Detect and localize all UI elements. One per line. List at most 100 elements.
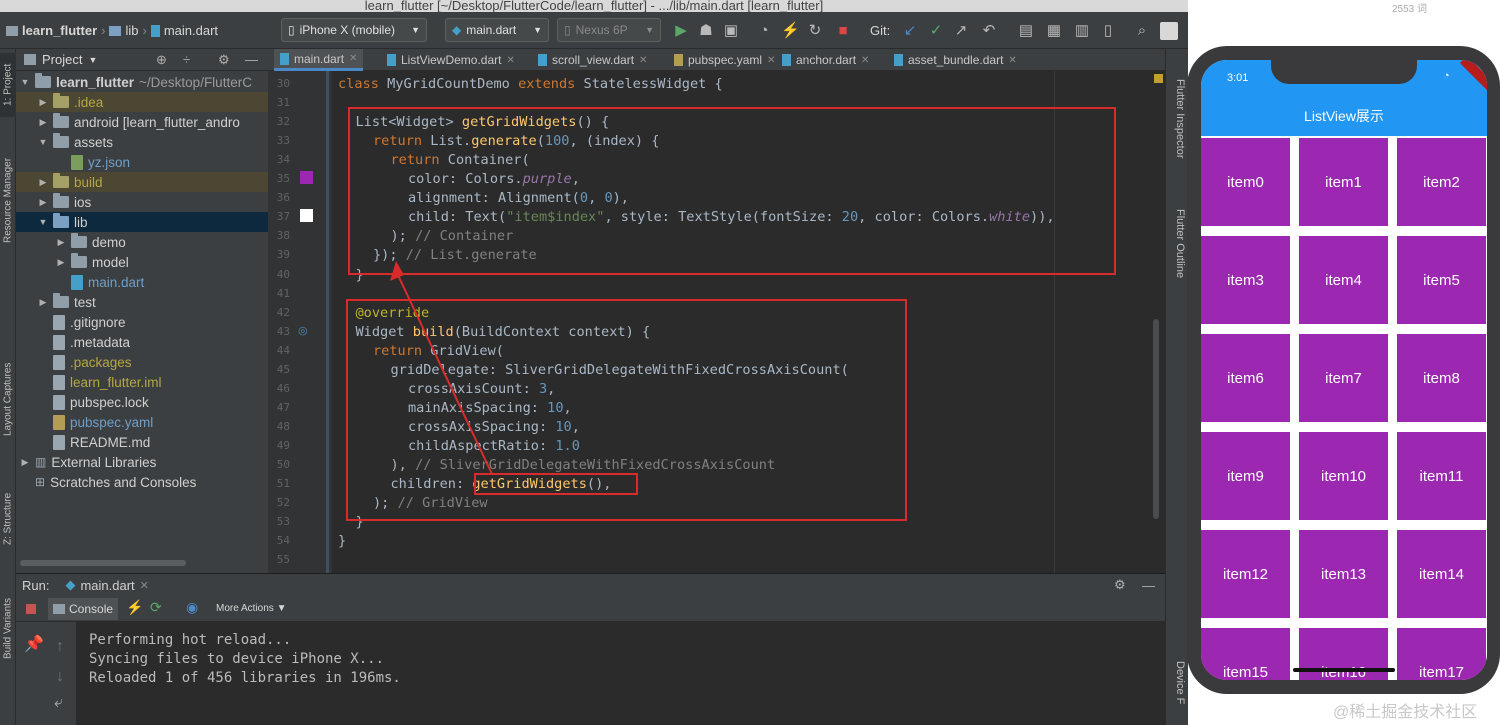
console-tab[interactable]: Console bbox=[48, 598, 119, 620]
breadcrumb-file[interactable]: main.dart bbox=[164, 23, 218, 38]
history-icon[interactable] bbox=[956, 22, 974, 40]
grid-item[interactable]: item6 bbox=[1201, 334, 1290, 422]
close-icon[interactable]: ✕ bbox=[140, 579, 149, 592]
tree-item[interactable]: yz.json bbox=[16, 152, 268, 172]
sdk-manager-icon[interactable]: ▥ bbox=[1073, 22, 1091, 40]
revert-icon[interactable]: ↶ bbox=[980, 22, 998, 40]
collapse-icon[interactable]: ÷ bbox=[183, 52, 190, 67]
hot-reload-icon[interactable]: ⚡ bbox=[126, 599, 143, 616]
tree-item[interactable]: .packages bbox=[16, 352, 268, 372]
hot-reload-icon[interactable]: ⚡ bbox=[781, 22, 800, 40]
grid-item[interactable]: item4 bbox=[1299, 236, 1388, 324]
collapse-right-icon[interactable]: ▶ bbox=[38, 117, 48, 128]
device-select[interactable]: ▯ iPhone X (mobile) ▼ bbox=[281, 18, 427, 42]
more-actions-button[interactable]: More Actions ▼ bbox=[216, 603, 287, 614]
editor-scrollbar[interactable] bbox=[1153, 319, 1159, 519]
breadcrumb-project[interactable]: learn_flutter bbox=[22, 23, 97, 38]
stop-icon[interactable]: ■ bbox=[834, 22, 852, 40]
grid-item[interactable]: item15 bbox=[1201, 628, 1290, 680]
minimize-icon[interactable]: — bbox=[245, 52, 258, 67]
tree-item[interactable]: ▼ lib bbox=[16, 212, 268, 232]
grid-item[interactable]: item0 bbox=[1201, 138, 1290, 226]
expand-down-icon[interactable]: ▼ bbox=[38, 137, 48, 147]
collapse-right-icon[interactable]: ▶ bbox=[38, 197, 48, 208]
chevron-down-icon[interactable]: ▼ bbox=[88, 55, 97, 65]
grid-item[interactable]: item2 bbox=[1397, 138, 1486, 226]
pin-icon[interactable]: 📌 bbox=[24, 634, 44, 654]
tree-item[interactable]: ▶ build bbox=[16, 172, 268, 192]
gear-icon[interactable]: ⚙ bbox=[1114, 577, 1126, 593]
avd-manager-icon[interactable]: ▯ bbox=[1099, 22, 1117, 40]
run-tab[interactable]: ◆ main.dart ✕ bbox=[65, 577, 148, 593]
hot-restart-icon[interactable]: ↻ bbox=[806, 22, 824, 40]
tree-item[interactable]: pubspec.yaml bbox=[16, 412, 268, 432]
git-update-icon[interactable]: ↙ bbox=[901, 22, 919, 40]
tree-item[interactable]: learn_flutter.iml bbox=[16, 372, 268, 392]
minimize-icon[interactable]: — bbox=[1142, 578, 1155, 593]
tree-item[interactable]: ▶ ▥ External Libraries bbox=[16, 452, 268, 472]
profile-icon[interactable]: ◔ bbox=[755, 22, 773, 40]
run-icon[interactable]: ▶ bbox=[672, 22, 690, 40]
settings-icon[interactable]: ▤ bbox=[1017, 22, 1035, 40]
tree-item[interactable]: pubspec.lock bbox=[16, 392, 268, 412]
tree-item[interactable]: .metadata bbox=[16, 332, 268, 352]
tree-item[interactable]: README.md bbox=[16, 432, 268, 452]
profile-box-icon[interactable] bbox=[1160, 22, 1178, 40]
grid-item[interactable]: item8 bbox=[1397, 334, 1486, 422]
search-icon[interactable]: ⌕ bbox=[1133, 22, 1151, 40]
tree-item[interactable]: .gitignore bbox=[16, 312, 268, 332]
flutter-outline-tab[interactable]: Flutter Outline bbox=[1168, 209, 1186, 278]
breadcrumb-lib[interactable]: lib bbox=[125, 23, 138, 38]
horizontal-scrollbar[interactable] bbox=[20, 560, 186, 566]
grid-item[interactable]: item13 bbox=[1299, 530, 1388, 618]
grid-item[interactable]: item9 bbox=[1201, 432, 1290, 520]
tree-item[interactable]: ▶ android [learn_flutter_andro bbox=[16, 112, 268, 132]
collapse-right-icon[interactable]: ▶ bbox=[56, 257, 66, 268]
device-file-tab[interactable]: Device F bbox=[1168, 661, 1186, 704]
down-icon[interactable]: ↓ bbox=[56, 668, 64, 686]
project-structure-icon[interactable]: ▦ bbox=[1045, 22, 1063, 40]
grid-item[interactable]: item7 bbox=[1299, 334, 1388, 422]
project-tool-tab[interactable]: 1: Project bbox=[0, 53, 16, 117]
tree-item[interactable]: ▼ learn_flutter ~/Desktop/FlutterC bbox=[16, 72, 268, 92]
collapse-right-icon[interactable]: ▶ bbox=[38, 297, 48, 308]
structure-tab[interactable]: Z: Structure bbox=[0, 479, 16, 559]
run-config-select[interactable]: ◆ main.dart ▼ bbox=[445, 18, 549, 42]
tree-item[interactable]: ▼ assets bbox=[16, 132, 268, 152]
grid-item[interactable]: item14 bbox=[1397, 530, 1486, 618]
collapse-right-icon[interactable]: ▶ bbox=[20, 457, 30, 468]
flutter-inspector-tab[interactable]: Flutter Inspector bbox=[1168, 79, 1186, 158]
tree-item[interactable]: ▶ ios bbox=[16, 192, 268, 212]
grid-item[interactable]: item1 bbox=[1299, 138, 1388, 226]
tree-item[interactable]: ⊞ Scratches and Consoles bbox=[16, 472, 268, 492]
stop-icon[interactable] bbox=[26, 604, 36, 614]
expand-down-icon[interactable]: ▼ bbox=[38, 217, 48, 227]
grid-item[interactable]: item10 bbox=[1299, 432, 1388, 520]
gear-icon[interactable]: ⚙ bbox=[218, 52, 230, 68]
tree-item[interactable]: ▶ demo bbox=[16, 232, 268, 252]
grid-item[interactable]: item11 bbox=[1397, 432, 1486, 520]
expand-down-icon[interactable]: ▼ bbox=[20, 77, 30, 87]
tree-item[interactable]: ▶ test bbox=[16, 292, 268, 312]
wrap-icon[interactable]: ⤶ bbox=[54, 694, 63, 712]
collapse-right-icon[interactable]: ▶ bbox=[56, 237, 66, 248]
coverage-icon[interactable]: ▣ bbox=[722, 22, 740, 40]
emulator-select[interactable]: ▯ Nexus 6P ▼ bbox=[557, 18, 661, 42]
up-icon[interactable]: ↑ bbox=[56, 638, 64, 656]
tree-item[interactable]: ▶ .idea bbox=[16, 92, 268, 112]
git-commit-icon[interactable]: ✓ bbox=[927, 22, 945, 40]
devtools-icon[interactable]: ◉ bbox=[186, 599, 198, 616]
tree-item[interactable]: ▶ model bbox=[16, 252, 268, 272]
grid-item[interactable]: item17 bbox=[1397, 628, 1486, 680]
grid-item[interactable]: item5 bbox=[1397, 236, 1486, 324]
collapse-right-icon[interactable]: ▶ bbox=[38, 97, 48, 108]
hot-restart-icon[interactable]: ⟳ bbox=[150, 599, 162, 616]
debug-icon[interactable]: ☗ bbox=[697, 22, 715, 40]
layout-captures-tab[interactable]: Layout Captures bbox=[0, 349, 16, 449]
build-variants-tab[interactable]: Build Variants bbox=[0, 589, 16, 669]
grid-item[interactable]: item16 bbox=[1299, 628, 1388, 680]
project-view-select[interactable]: Project bbox=[42, 52, 82, 67]
collapse-right-icon[interactable]: ▶ bbox=[38, 177, 48, 188]
grid-item[interactable]: item3 bbox=[1201, 236, 1290, 324]
grid-item[interactable]: item12 bbox=[1201, 530, 1290, 618]
